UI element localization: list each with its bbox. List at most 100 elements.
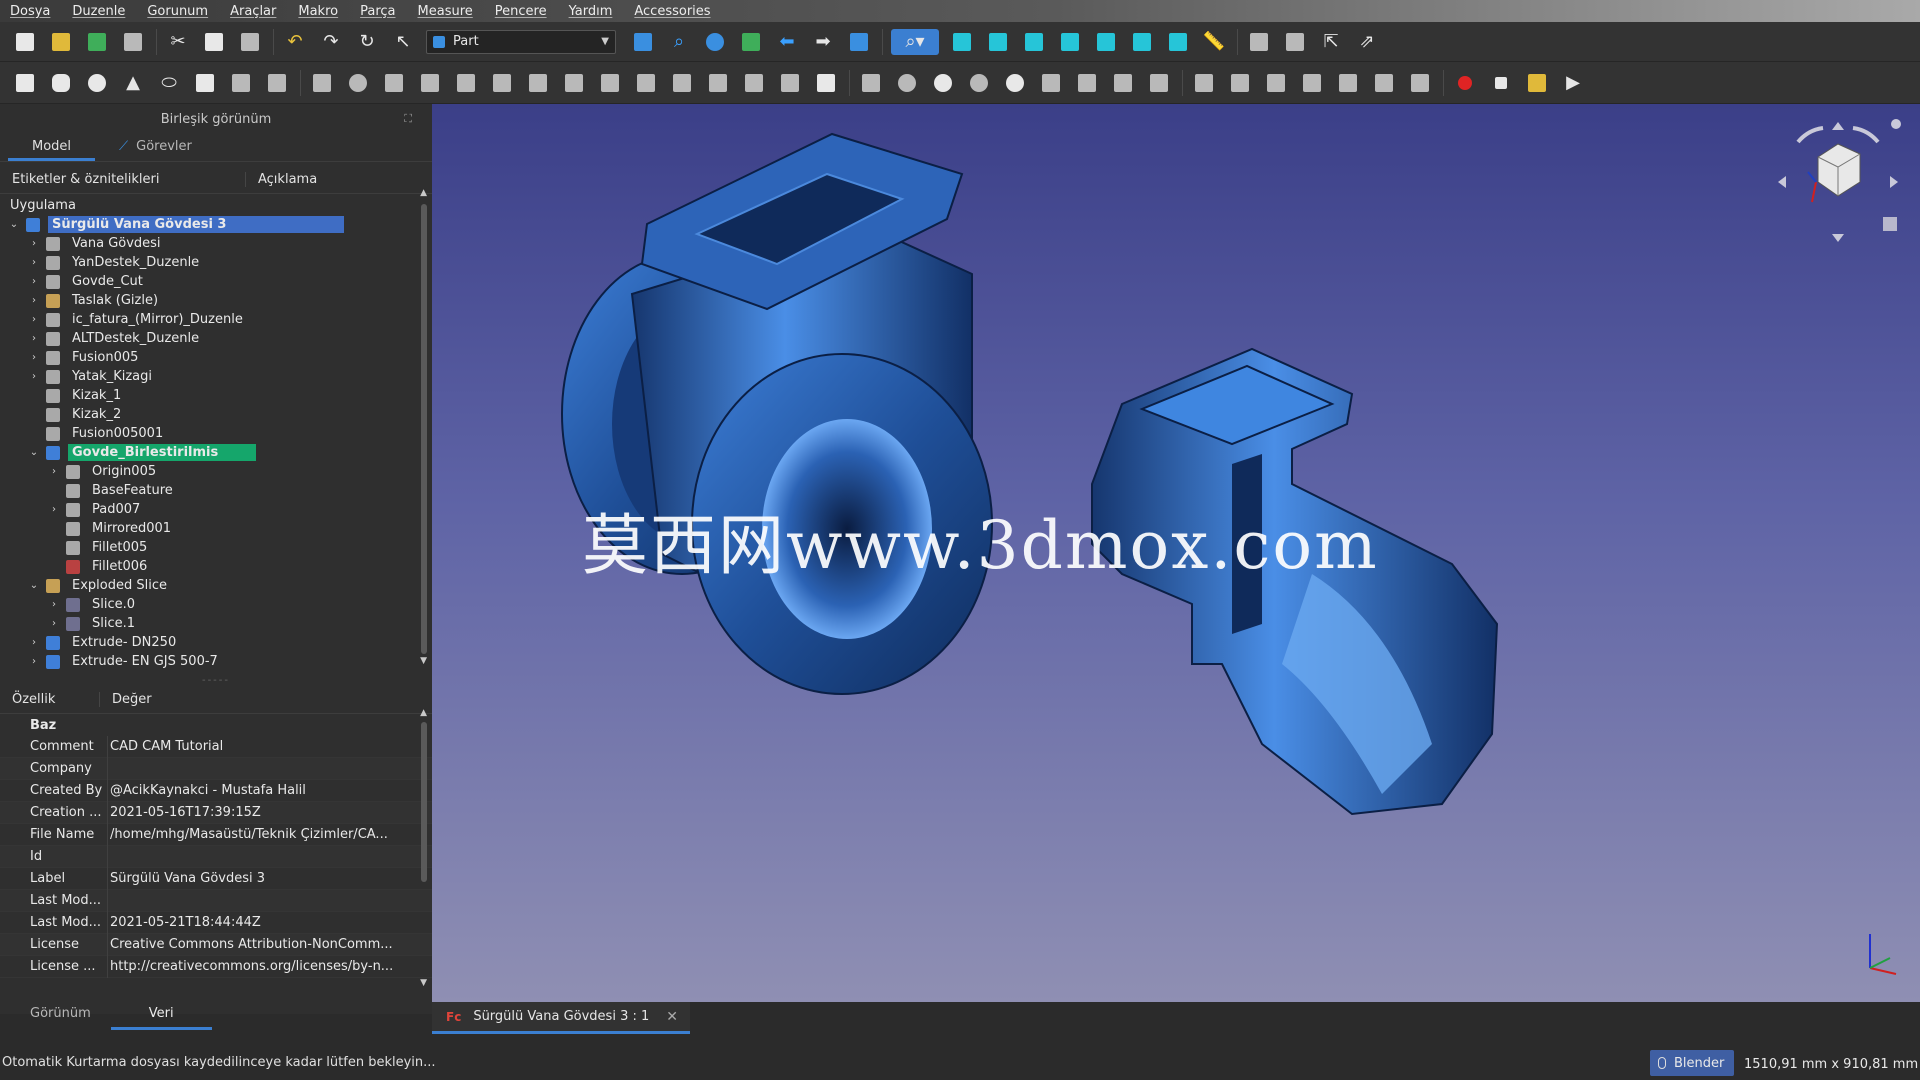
fillet-button[interactable] [417,70,443,96]
view-right-button[interactable] [1057,29,1083,55]
view-top-button[interactable] [1021,29,1047,55]
chevron-down-icon[interactable]: ⌄ [28,580,40,591]
tree-item[interactable]: Mirrored001 [0,519,432,538]
tree-item[interactable]: › Extrude- DN250 [0,633,432,652]
scroll-down-icon[interactable]: ▼ [420,656,427,666]
cube-menu-icon[interactable] [1883,217,1897,231]
roll-right-icon[interactable] [1852,126,1880,144]
measure-toggle-delta-button[interactable] [1407,70,1433,96]
chevron-right-icon[interactable]: › [48,618,60,629]
tree-item[interactable]: › Yatak_Kizagi [0,367,432,386]
property-value[interactable]: http://creativecommons.org/licenses/by-n… [108,959,400,974]
property-row[interactable]: Created By @AcikKaynakci - Mustafa Halil [0,779,432,802]
navigation-style-button[interactable]: Blender [1650,1050,1734,1076]
sphere-button[interactable] [84,70,110,96]
view-isometric-button[interactable] [949,29,975,55]
chevron-right-icon[interactable]: › [28,295,40,306]
mirror-button[interactable] [381,70,407,96]
boolean-button[interactable] [894,70,920,96]
chevron-down-icon[interactable]: ⌄ [8,219,20,230]
measure-button[interactable]: 📏 [1201,29,1227,55]
link-make-button[interactable]: ⇱ [1318,29,1344,55]
valve-body-full[interactable] [561,132,993,695]
tree-item[interactable]: › Slice.0 [0,595,432,614]
tree-column-description[interactable]: Açıklama [246,172,317,187]
property-row[interactable]: Comment CAD CAM Tutorial [0,735,432,758]
check-geometry-button[interactable] [1110,70,1136,96]
torus-button[interactable]: ⬭ [156,70,182,96]
close-tab-button[interactable]: ✕ [666,1009,678,1025]
save-button[interactable] [84,29,110,55]
rotate-down-icon[interactable] [1832,234,1844,242]
chevron-right-icon[interactable]: › [28,333,40,344]
tree-item[interactable]: Fusion005001 [0,424,432,443]
property-value[interactable]: 2021-05-21T18:44:44Z [108,915,400,930]
chevron-right-icon[interactable]: › [28,276,40,287]
tree-item[interactable]: ⌄ Govde_Birlestirilmis [0,443,432,462]
rotate-up-icon[interactable] [1832,122,1844,130]
macro-edit-button[interactable] [1524,70,1550,96]
scroll-down-icon[interactable]: ▼ [420,978,427,988]
defeaturing-button[interactable] [1146,70,1172,96]
tree-item[interactable]: › Pad007 [0,500,432,519]
back-button[interactable]: ⬅ [774,29,800,55]
property-value[interactable]: 2021-05-16T17:39:15Z [108,805,400,820]
make-face-button[interactable] [489,70,515,96]
print-button[interactable] [120,29,146,55]
tree-item[interactable]: › Govde_Cut [0,272,432,291]
tree-item[interactable]: › YanDestek_Duzenle [0,253,432,272]
measure-angular-button[interactable] [1227,70,1253,96]
join-features-button[interactable] [1038,70,1064,96]
tab-view[interactable]: Görünüm [10,1000,111,1030]
tree-item[interactable]: › Slice.1 [0,614,432,633]
refresh-button[interactable]: ↻ [354,29,380,55]
chevron-right-icon[interactable]: › [28,257,40,268]
copy-button[interactable] [201,29,227,55]
macro-run-button[interactable]: ▶ [1560,70,1586,96]
link-actions-button[interactable]: ⇗ [1354,29,1380,55]
chevron-right-icon[interactable]: › [48,504,60,515]
tree-item[interactable]: BaseFeature [0,481,432,500]
common-button[interactable] [1002,70,1028,96]
chevron-right-icon[interactable]: › [28,371,40,382]
tree-item[interactable]: › Vana Gövdesi [0,234,432,253]
new-document-button[interactable] [12,29,38,55]
tree-item[interactable]: › Fusion005 [0,348,432,367]
document-tab[interactable]: Fc Sürgülü Vana Gövdesi 3 : 1 ✕ [432,1002,690,1034]
property-row[interactable]: Last Mod... 2021-05-21T18:44:44Z [0,911,432,934]
tube-button[interactable] [192,70,218,96]
chevron-right-icon[interactable]: › [48,466,60,477]
property-scroll-thumb[interactable] [421,722,427,882]
section-button[interactable] [633,70,659,96]
open-button[interactable] [48,29,74,55]
menu-item[interactable]: Gorunum [147,4,208,19]
menu-item[interactable]: Yardım [569,4,613,19]
menu-item[interactable]: Araçlar [230,4,276,19]
value-column[interactable]: Değer [100,692,152,707]
chevron-right-icon[interactable]: › [48,599,60,610]
view-bottom-button[interactable] [1129,29,1155,55]
tree-item[interactable]: Kizak_1 [0,386,432,405]
draw-style-button[interactable] [702,29,728,55]
macro-record-button[interactable] [1452,70,1478,96]
property-row[interactable]: Creation ... 2021-05-16T17:39:15Z [0,801,432,824]
tab-tasks[interactable]: ⟋ Görevler [95,134,216,161]
rotate-left-icon[interactable] [1778,176,1786,188]
chevron-right-icon[interactable]: › [28,352,40,363]
roll-left-icon[interactable] [1796,126,1824,144]
property-column[interactable]: Özellik [0,692,100,707]
tab-data[interactable]: Veri [110,1000,212,1030]
view-left-button[interactable] [1165,29,1191,55]
sweep-button[interactable] [597,70,623,96]
std-view-button[interactable]: ⌕▾ [891,28,939,55]
measure-refresh-button[interactable] [1263,70,1289,96]
property-value[interactable]: @AcikKaynakci - Mustafa Halil [108,783,400,798]
measure-toggle-all-button[interactable] [1335,70,1361,96]
property-row[interactable]: Id [0,845,432,868]
fit-all-button[interactable] [630,29,656,55]
view-rear-button[interactable] [1093,29,1119,55]
cone-button[interactable]: ▲ [120,70,146,96]
view-menu-icon[interactable] [1891,119,1901,129]
tree-item[interactable]: ⌄ Exploded Slice [0,576,432,595]
property-row[interactable]: File Name/home/mhg/Masaüstü/Teknik Çizim… [0,823,432,846]
